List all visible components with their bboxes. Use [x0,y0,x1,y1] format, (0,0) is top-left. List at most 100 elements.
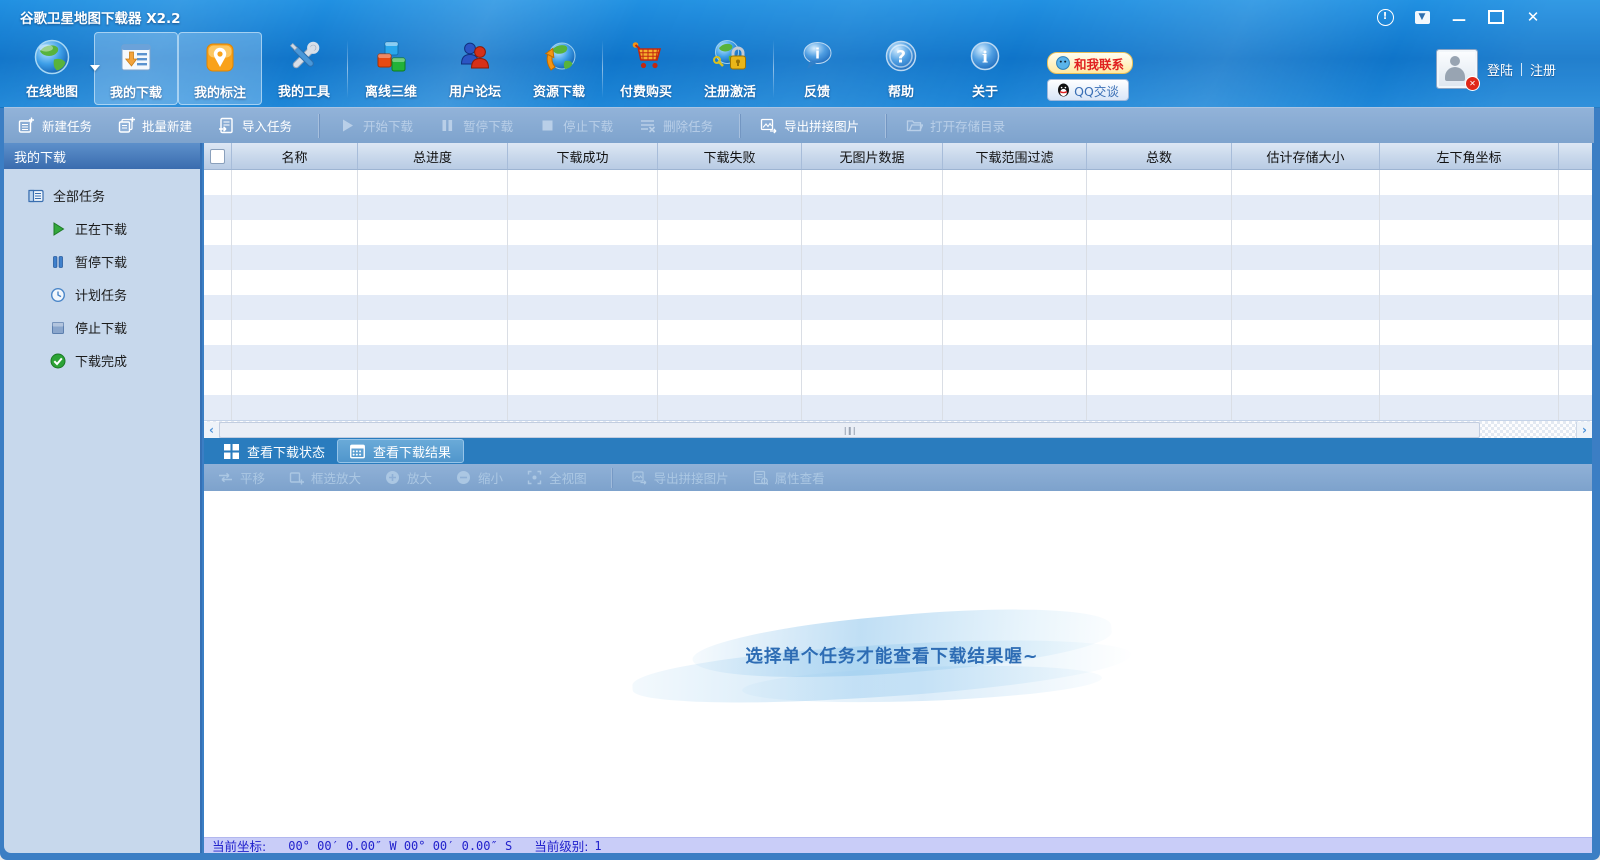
scroll-right-arrow-icon[interactable]: › [1576,422,1592,438]
tab-view-download-result[interactable]: 查看下载结果 [337,439,464,463]
minimize-button[interactable]: — [1448,5,1470,29]
chevron-down-icon[interactable] [90,65,100,71]
start-download-button[interactable]: 开始下载 [339,116,413,135]
sidebar-item-completed[interactable]: 下载完成 [4,344,200,377]
table-row[interactable] [204,345,1592,370]
toolbar-button-user-forum[interactable]: 用户论坛 [433,32,517,105]
table-row[interactable] [204,295,1592,320]
login-area: ✕ 登陆 注册 [1437,50,1556,88]
column-header-range-filter[interactable]: 下载范围过滤 [943,143,1087,169]
properties-button[interactable]: 属性查看 [753,468,825,487]
all-tasks-icon [28,188,44,204]
toolbar-button-online-map[interactable]: 在线地图 [10,32,94,105]
table-cell [943,320,1087,345]
table-cell [508,245,658,270]
open-storage-folder-button[interactable]: 打开存储目录 [906,116,1005,135]
column-header-name[interactable]: 名称 [232,143,358,169]
export-stitched-image-button[interactable]: 导出拼接图片 [760,116,859,135]
table-row[interactable] [204,220,1592,245]
tab-view-download-status[interactable]: 查看下载状态 [212,440,337,462]
column-header-failed[interactable]: 下载失败 [658,143,802,169]
table-row[interactable] [204,195,1592,220]
table-cell [232,320,358,345]
table-row[interactable] [204,270,1592,295]
batch-new-button[interactable]: 批量新建 [118,116,192,135]
toolbar-button-register-activate[interactable]: 注册激活 [688,32,772,105]
pause-download-button[interactable]: 暂停下载 [439,116,513,135]
new-task-label: 新建任务 [42,116,92,135]
sidebar-item-downloading[interactable]: 正在下载 [4,212,200,245]
close-button[interactable]: ✕ [1522,8,1544,26]
toolbar-button-resource-download[interactable]: 资源下载 [517,32,601,105]
box-zoom-button[interactable]: 框选放大 [289,468,361,487]
avatar[interactable]: ✕ [1437,50,1477,88]
column-header-success[interactable]: 下载成功 [508,143,658,169]
column-header-bl-coordinate[interactable]: 左下角坐标 [1380,143,1559,169]
table-row[interactable] [204,395,1592,420]
table-row[interactable] [204,320,1592,345]
import-task-button[interactable]: 导入任务 [218,116,292,135]
table-cell [1232,270,1380,295]
toolbar-button-purchase[interactable]: 付费购买 [604,32,688,105]
toolbar-separator [773,40,774,98]
table-cell [358,270,508,295]
sidebar-item-all-tasks[interactable]: 全部任务 [4,179,200,212]
column-header-no-image[interactable]: 无图片数据 [802,143,943,169]
maximize-button[interactable] [1485,8,1507,26]
zoom-in-button[interactable]: 放大 [385,468,432,487]
action-toolbar-separator [318,114,319,138]
box-zoom-label: 框选放大 [311,468,361,487]
column-header-progress[interactable]: 总进度 [358,143,508,169]
login-link[interactable]: 登陆 [1487,60,1513,79]
scroll-left-arrow-icon[interactable]: ‹ [204,422,220,438]
table-row[interactable] [204,170,1592,195]
sidebar-header: 我的下载 [4,143,200,169]
info-button[interactable]: ! [1374,8,1396,26]
delete-task-button[interactable]: 删除任务 [639,116,713,135]
sidebar-item-paused[interactable]: 暂停下载 [4,245,200,278]
select-all-checkbox[interactable] [210,149,225,164]
start-download-icon [339,117,356,134]
sidebar-item-scheduled[interactable]: 计划任务 [4,278,200,311]
result-canvas[interactable]: 选择单个任务才能查看下载结果喔~ [204,491,1592,837]
map-export-image-button[interactable]: 导出拼接图片 [632,468,729,487]
start-download-label: 开始下载 [363,116,413,135]
table-horizontal-scrollbar[interactable]: ‹ › [204,420,1592,438]
minimize-to-tray-button[interactable]: ▼ [1411,8,1433,26]
column-header-storage-size[interactable]: 估计存储大小 [1232,143,1380,169]
table-cell [658,395,802,420]
new-task-button[interactable]: 新建任务 [18,116,92,135]
table-cell [204,195,232,220]
full-view-button[interactable]: 全视图 [527,468,587,487]
table-cell [1087,395,1232,420]
sidebar-item-stopped[interactable]: 停止下载 [4,311,200,344]
toolbar-button-about[interactable]: i 关于 [943,32,1027,105]
table-cell [358,370,508,395]
toolbar-button-help[interactable]: ? 帮助 [859,32,943,105]
toolbar-button-feedback[interactable]: i 反馈 [775,32,859,105]
zoom-out-label: 缩小 [478,468,503,487]
status-grid-icon [224,444,239,459]
table-cell [1087,320,1232,345]
contact-me-button[interactable]: 和我联系 [1047,52,1133,74]
map-toolbar-separator [611,468,612,488]
table-row[interactable] [204,245,1592,270]
column-header-total[interactable]: 总数 [1087,143,1232,169]
avatar-head [1450,56,1460,66]
pan-button[interactable]: 平移 [218,468,265,487]
zoom-out-button[interactable]: 缩小 [456,468,503,487]
toolbar-button-offline-3d[interactable]: 离线三维 [349,32,433,105]
toolbar-button-my-annotations[interactable]: 我的标注 [178,32,262,105]
stop-download-button[interactable]: 停止下载 [539,116,613,135]
register-link[interactable]: 注册 [1530,60,1556,79]
completed-icon [50,353,66,369]
table-row[interactable] [204,370,1592,395]
toolbar-button-my-tools[interactable]: 我的工具 [262,32,346,105]
scrollbar-thumb[interactable] [219,422,1480,438]
table-cell [658,195,802,220]
qq-chat-button[interactable]: QQ交谈 [1047,79,1129,101]
info-icon: ! [1377,9,1394,26]
my-tools-icon [284,35,324,79]
toolbar-button-my-downloads[interactable]: 我的下载 [94,32,178,105]
table-cell [943,295,1087,320]
